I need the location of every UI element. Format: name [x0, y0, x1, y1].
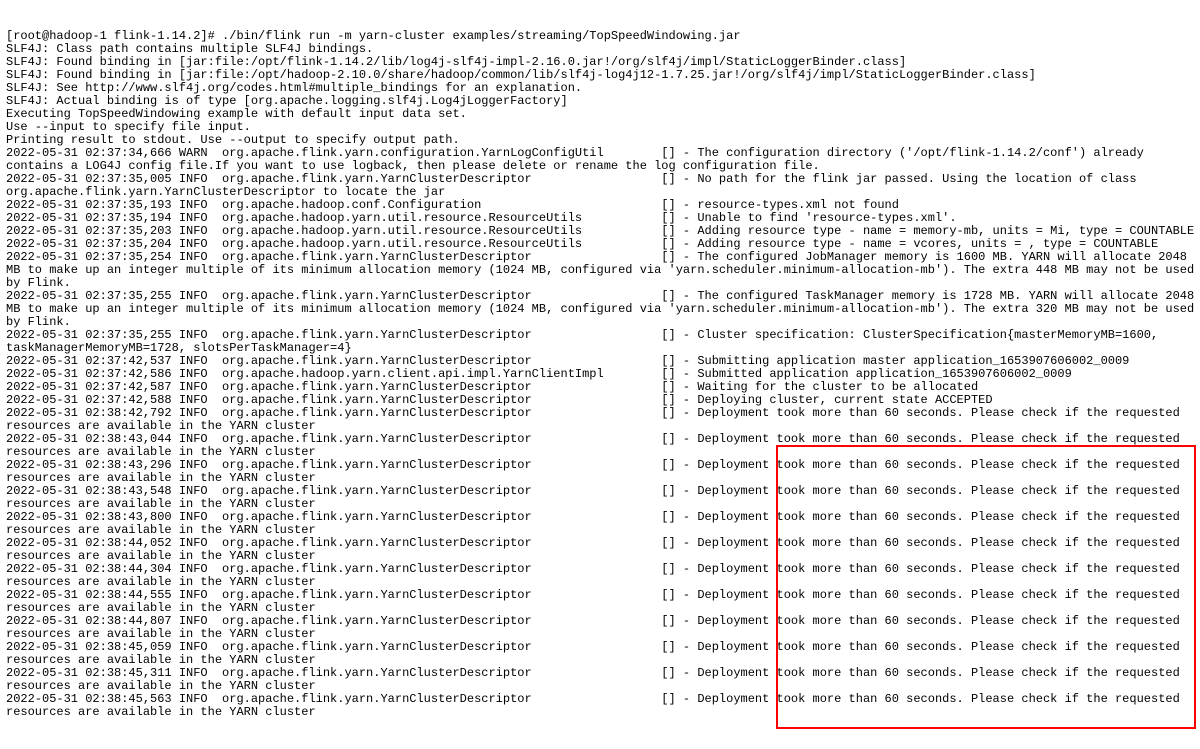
log-body: SLF4J: Class path contains multiple SLF4… [6, 43, 1194, 719]
terminal-output: [root@hadoop-1 flink-1.14.2]# ./bin/flin… [0, 0, 1200, 749]
log-line: MB to make up an integer multiple of its… [6, 264, 1194, 277]
shell-prompt: [root@hadoop-1 flink-1.14.2]# [6, 29, 222, 43]
shell-command: ./bin/flink run -m yarn-cluster examples… [222, 29, 740, 43]
log-line: resources are available in the YARN clus… [6, 706, 1194, 719]
log-line: MB to make up an integer multiple of its… [6, 303, 1194, 316]
